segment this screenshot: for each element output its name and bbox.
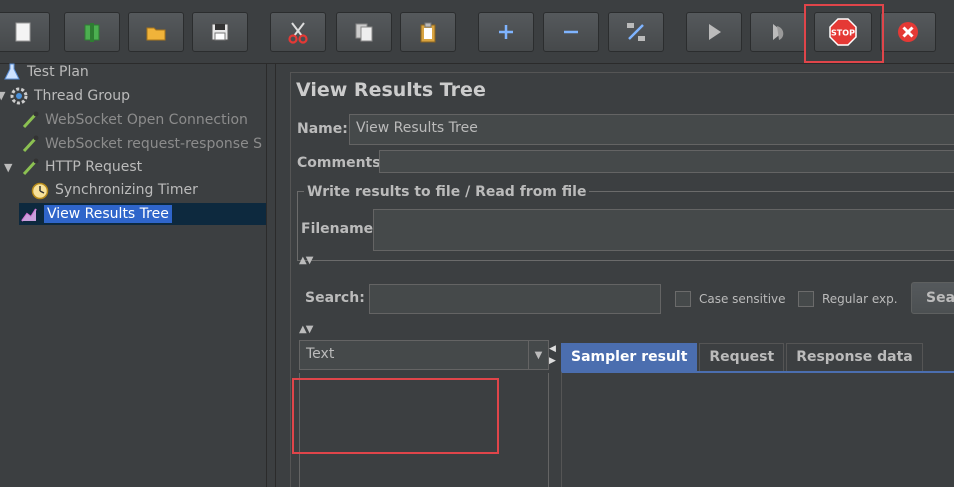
name-label: Name:: [297, 121, 348, 137]
toolbar: STOP: [0, 0, 954, 64]
stop-highlight-box: [804, 4, 884, 63]
comments-label: Comments:: [297, 155, 387, 171]
flask-icon: [2, 62, 22, 82]
filename-label: Filename: [301, 221, 374, 237]
renderer-value: Text: [306, 346, 335, 362]
tree-item-label: Synchronizing Timer: [55, 182, 198, 198]
tree-item-view-results-tree[interactable]: View Results Tree: [19, 203, 266, 225]
gear-icon: [9, 86, 29, 106]
paste-button[interactable]: [400, 12, 456, 52]
open-button[interactable]: [128, 12, 184, 52]
templates-icon: [84, 23, 100, 42]
shutdown-button[interactable]: [880, 12, 936, 52]
regular-exp-checkbox[interactable]: [798, 291, 814, 307]
collapse-arrow-icon[interactable]: ▼: [0, 89, 5, 102]
new-icon: [15, 22, 31, 42]
start-button[interactable]: [686, 12, 742, 52]
templates-button[interactable]: [64, 12, 120, 52]
save-icon: [211, 23, 229, 41]
dropper-icon: [20, 157, 40, 177]
shutdown-icon: [898, 22, 918, 42]
comments-field[interactable]: [379, 150, 954, 173]
timer-icon: [30, 180, 50, 200]
tree-item-label: WebSocket request-response S: [45, 136, 263, 152]
renderer-select[interactable]: Text ▼: [299, 340, 549, 370]
tree-item-label: HTTP Request: [45, 159, 143, 175]
expand-all-button[interactable]: [478, 12, 534, 52]
tree-splitter[interactable]: [266, 64, 276, 487]
tree-item-synchronizing-timer[interactable]: Synchronizing Timer: [30, 179, 198, 201]
regular-exp-label: Regular exp.: [822, 292, 898, 306]
cut-icon: [288, 22, 308, 44]
test-plan-tree: Test Plan ▼ Thread Group WebSocket Open …: [0, 61, 266, 487]
tree-item-websocket-open[interactable]: WebSocket Open Connection: [20, 109, 248, 131]
tree-item-label: Thread Group: [34, 88, 131, 104]
collapse-arrows-icon[interactable]: ▲▼: [299, 324, 313, 335]
page-title: View Results Tree: [296, 79, 486, 101]
collapse-arrows-icon[interactable]: ▲▼: [299, 255, 313, 266]
copy-icon: [355, 23, 373, 42]
dropper-icon: [20, 134, 40, 154]
tab-content: [561, 371, 954, 487]
save-button[interactable]: [192, 12, 248, 52]
collapse-arrow-icon[interactable]: ▼: [4, 161, 12, 174]
tree-item-label: View Results Tree: [44, 205, 172, 223]
case-sensitive-label: Case sensitive: [699, 292, 786, 306]
toggle-icon: [627, 23, 645, 41]
tab-request[interactable]: Request: [699, 343, 785, 371]
start-icon: [709, 24, 721, 40]
result-tabs: Sampler result Request Response data: [561, 343, 925, 371]
cut-button[interactable]: [270, 12, 326, 52]
tab-sampler-result[interactable]: Sampler result: [561, 343, 698, 371]
copy-button[interactable]: [336, 12, 392, 52]
write-results-group-title: Write results to file / Read from file: [304, 184, 590, 200]
name-field[interactable]: View Results Tree: [349, 114, 954, 145]
search-label: Search:: [305, 290, 365, 306]
chart-icon: [19, 204, 39, 224]
search-button[interactable]: Sea: [911, 282, 954, 314]
filename-field[interactable]: [373, 209, 954, 251]
dropper-icon: [20, 110, 40, 130]
search-input[interactable]: [369, 284, 661, 314]
chevron-down-icon: ▼: [528, 341, 548, 369]
collapse-icon: [564, 30, 578, 34]
start-no-pause-button[interactable]: [750, 12, 806, 52]
tree-item-test-plan[interactable]: Test Plan: [2, 61, 89, 83]
paste-icon: [420, 22, 436, 43]
split-arrows-icon[interactable]: ◀ ▶: [549, 343, 556, 367]
tree-item-http-request[interactable]: HTTP Request: [20, 156, 142, 178]
tab-response-data[interactable]: Response data: [786, 343, 923, 371]
start-no-pause-icon: [773, 24, 784, 40]
case-sensitive-checkbox[interactable]: [675, 291, 691, 307]
tree-item-thread-group[interactable]: Thread Group: [9, 85, 130, 107]
expand-icon: [499, 25, 513, 39]
tree-item-label: Test Plan: [27, 64, 89, 80]
results-highlight-box: [292, 378, 499, 454]
tree-item-websocket-request-response[interactable]: WebSocket request-response S: [20, 133, 262, 155]
new-button[interactable]: [0, 12, 50, 52]
open-icon: [146, 27, 166, 41]
toggle-button[interactable]: [608, 12, 664, 52]
tree-item-label: WebSocket Open Connection: [45, 112, 248, 128]
collapse-all-button[interactable]: [543, 12, 599, 52]
